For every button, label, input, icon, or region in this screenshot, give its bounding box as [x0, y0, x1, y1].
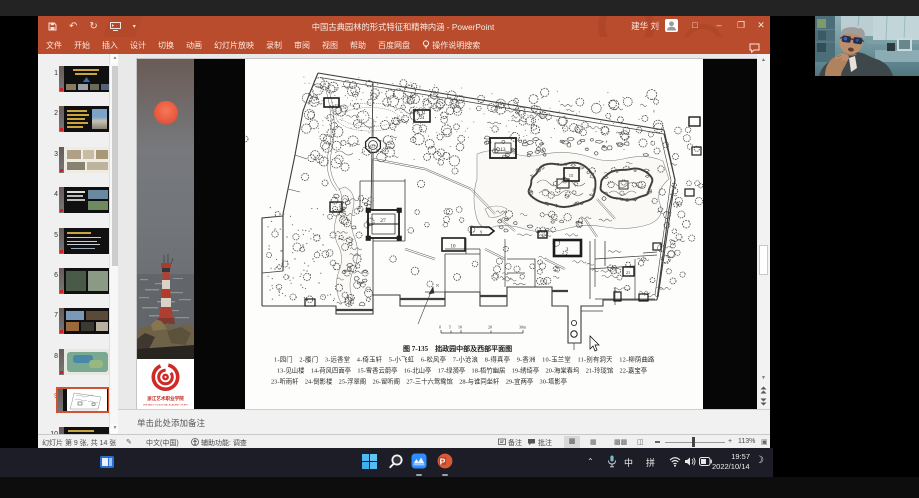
svg-text:30m: 30m [519, 325, 527, 330]
svg-text:N: N [436, 283, 439, 288]
svg-text:P: P [440, 456, 446, 466]
svg-text:27: 27 [380, 218, 386, 224]
svg-text:图 7-135 拙政园中部及西部平面图: 图 7-135 拙政园中部及西部平面图 [403, 344, 512, 353]
svg-text:13: 13 [501, 148, 507, 153]
svg-text:0: 0 [439, 325, 441, 330]
svg-text:13-见山楼 14-荷风四面亭 15-雪香云蔚亭 16-北山: 13-见山楼 14-荷风四面亭 15-雪香云蔚亭 16-北山亭 17-绿漪亭 1… [277, 366, 647, 375]
svg-text:23-听雨轩 24-倒影楼 25-浮翠阁 26-留听阁 27: 23-听雨轩 24-倒影楼 25-浮翠阁 26-留听阁 27-三十六鸳鸯馆 28… [271, 377, 567, 386]
svg-text:ZHEJIANG VOCATIONAL ACADEMY OF: ZHEJIANG VOCATIONAL ACADEMY OF ART [143, 404, 189, 407]
svg-text:5: 5 [449, 325, 451, 330]
svg-text:浙江艺术职业学院: 浙江艺术职业学院 [147, 395, 184, 402]
svg-text:21: 21 [626, 270, 630, 275]
svg-text:24: 24 [420, 115, 425, 120]
svg-text:10: 10 [451, 245, 457, 250]
svg-text:10: 10 [458, 325, 462, 330]
svg-text:1-园门 2-腰门 3-远香堂 4-倚玉轩 5-小飞虹 6-: 1-园门 2-腰门 3-远香堂 4-倚玉轩 5-小飞虹 6-松风亭 7-小沧浪 … [274, 355, 655, 364]
svg-text:3: 3 [566, 247, 569, 253]
svg-text:15: 15 [569, 173, 574, 178]
svg-text:20: 20 [488, 325, 492, 330]
svg-text:9: 9 [480, 230, 482, 235]
svg-text:4: 4 [542, 233, 544, 238]
